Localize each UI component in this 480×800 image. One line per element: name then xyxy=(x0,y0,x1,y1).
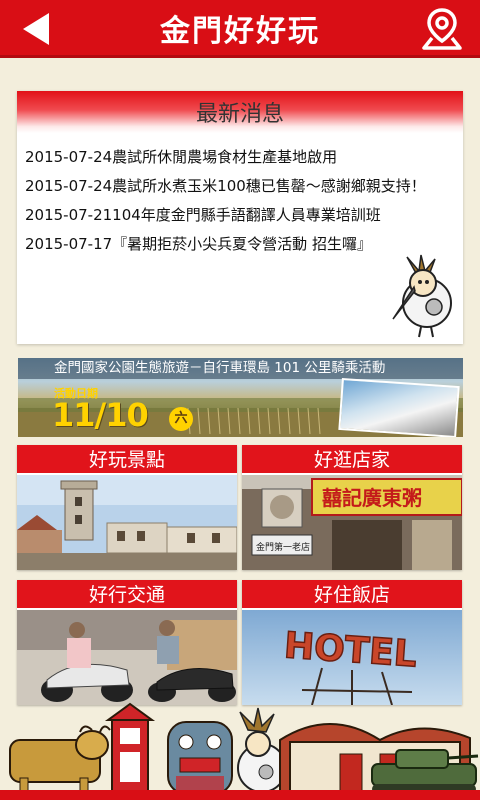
page-title: 金門好好玩 xyxy=(160,13,320,49)
hoopoe-mascot-icon xyxy=(392,254,452,338)
banner-weekday: 六 xyxy=(169,407,193,431)
back-arrow-icon xyxy=(23,13,49,45)
tile-label: 好玩景點 xyxy=(17,445,237,475)
news-title: 最新消息 xyxy=(195,102,284,127)
news-header: 最新消息 xyxy=(17,91,463,133)
tile-transport[interactable]: 好行交通 xyxy=(17,580,237,705)
shops-photo: 囍記廣東粥 金門第一老店 xyxy=(242,475,462,570)
banner-headline: 金門國家公園生態旅遊－自行車環島 101 公里騎乘活動 xyxy=(18,358,463,379)
tile-shops[interactable]: 好逛店家 囍記廣東粥 金門第一老店 xyxy=(242,445,462,570)
news-card: 最新消息 2015-07-24農試所休閒農場食材生產基地啟用 2015-07-2… xyxy=(17,91,463,344)
tile-label: 好逛店家 xyxy=(242,445,462,475)
wind-lion-icon xyxy=(167,721,233,795)
attractions-photo xyxy=(17,475,237,570)
cow-icon xyxy=(9,725,111,795)
tile-label: 好行交通 xyxy=(17,580,237,610)
banner-photo xyxy=(338,377,460,437)
svg-text:囍記廣東粥: 囍記廣東粥 xyxy=(322,486,422,510)
footer-bar xyxy=(0,790,480,800)
banner-date: 11/10 xyxy=(52,396,149,434)
hoopoe-footer-icon xyxy=(237,707,287,793)
news-list: 2015-07-24農試所休閒農場食材生產基地啟用 2015-07-24農試所水… xyxy=(17,133,463,259)
store-sign: 金門第一老店 xyxy=(256,541,310,553)
news-item[interactable]: 2015-07-21104年度金門縣手語翻譯人員專業培訓班 xyxy=(25,201,463,230)
gate-tower-icon xyxy=(104,702,156,795)
tile-attractions[interactable]: 好玩景點 xyxy=(17,445,237,570)
transport-photo xyxy=(17,610,237,705)
app-header: 金門好好玩 xyxy=(0,0,480,58)
tile-label: 好住飯店 xyxy=(242,580,462,610)
footer-scene xyxy=(9,702,479,795)
news-item[interactable]: 2015-07-24農試所休閒農場食材生產基地啟用 xyxy=(25,143,463,172)
back-button[interactable] xyxy=(16,10,56,48)
footer-illustration xyxy=(0,700,480,800)
news-item[interactable]: 2015-07-24農試所水煮玉米100穗已售罄～感謝鄉親支持！ xyxy=(25,172,463,201)
tile-hotels[interactable]: 好住飯店 HOTEL xyxy=(242,580,462,705)
hotel-photo: HOTEL xyxy=(242,610,462,705)
event-banner[interactable]: 金門國家公園生態旅遊－自行車環島 101 公里騎乘活動 活動日期 11/10 六 xyxy=(18,358,463,437)
map-pin-icon xyxy=(422,8,462,50)
map-button[interactable] xyxy=(418,6,466,52)
